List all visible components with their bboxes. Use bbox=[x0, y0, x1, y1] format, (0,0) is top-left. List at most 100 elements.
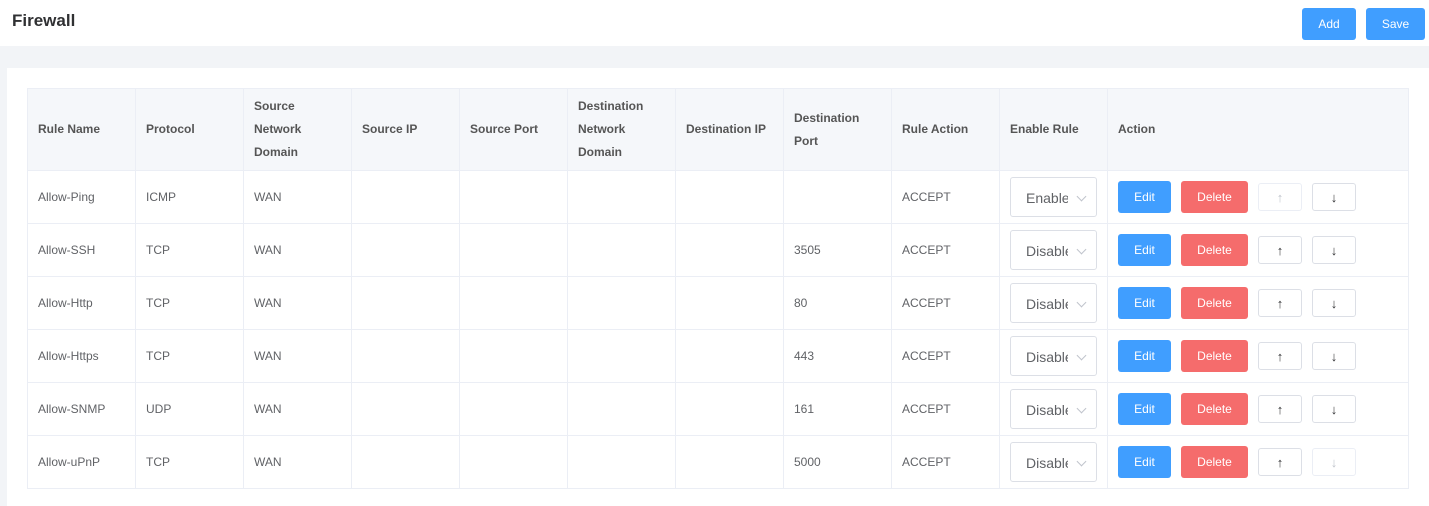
action-cell: Edit Delete ↑ ↓ bbox=[1107, 276, 1409, 330]
enable-rule-select[interactable]: Disable bbox=[1010, 389, 1097, 429]
arrow-down-icon: ↓ bbox=[1330, 295, 1338, 311]
table-row: Allow-SSHTCPWAN 3505ACCEPT Disable Edit Dele… bbox=[27, 223, 1409, 277]
destination-network-domain-cell bbox=[567, 435, 676, 489]
rule-action-cell: ACCEPT bbox=[891, 276, 1000, 330]
page-title: Firewall bbox=[12, 11, 76, 30]
source-port-cell bbox=[459, 170, 568, 224]
destination-port-cell: 161 bbox=[783, 382, 892, 436]
move-down-button[interactable]: ↓ bbox=[1312, 289, 1356, 317]
move-down-button[interactable]: ↓ bbox=[1312, 395, 1356, 423]
source-port-cell bbox=[459, 329, 568, 383]
source-network-domain-cell: WAN bbox=[243, 223, 352, 277]
enable-rule-select[interactable]: Disable bbox=[1010, 442, 1097, 482]
row-actions: Edit Delete ↑ ↓ bbox=[1118, 446, 1398, 478]
rule-name-cell: Allow-uPnP bbox=[27, 435, 136, 489]
firewall-rules-table: Rule Name Protocol Source Network Domain So… bbox=[27, 88, 1409, 489]
rule-name-cell: Allow-Http bbox=[27, 276, 136, 330]
destination-ip-cell bbox=[675, 276, 784, 330]
rule-action-cell: ACCEPT bbox=[891, 223, 1000, 277]
enable-rule-value: Disable bbox=[1026, 296, 1068, 312]
enable-rule-cell: Disable bbox=[999, 329, 1108, 383]
protocol-cell: TCP bbox=[135, 223, 244, 277]
delete-button[interactable]: Delete bbox=[1181, 393, 1248, 425]
table-row: Allow-HttpTCPWAN 80ACCEPT Disable Edit Delet… bbox=[27, 276, 1409, 330]
rule-action-cell: ACCEPT bbox=[891, 382, 1000, 436]
move-up-button[interactable]: ↑ bbox=[1258, 289, 1302, 317]
destination-ip-cell bbox=[675, 382, 784, 436]
enable-rule-value: Enable bbox=[1026, 190, 1068, 206]
edit-button[interactable]: Edit bbox=[1118, 446, 1171, 478]
enable-rule-value: Disable bbox=[1026, 455, 1068, 471]
edit-button[interactable]: Edit bbox=[1118, 340, 1171, 372]
destination-port-cell: 443 bbox=[783, 329, 892, 383]
table-row: Allow-uPnPTCPWAN 5000ACCEPT Disable Edit Del… bbox=[27, 435, 1409, 489]
column-header: Rule Name bbox=[27, 88, 136, 171]
enable-rule-value: Disable bbox=[1026, 402, 1068, 418]
delete-button[interactable]: Delete bbox=[1181, 340, 1248, 372]
arrow-down-icon: ↓ bbox=[1330, 348, 1338, 364]
column-header: Action bbox=[1107, 88, 1409, 171]
move-down-button[interactable]: ↓ bbox=[1312, 342, 1356, 370]
firewall-panel: Rule Name Protocol Source Network Domain So… bbox=[7, 68, 1429, 506]
move-up-button[interactable]: ↑ bbox=[1258, 236, 1302, 264]
move-down-button[interactable]: ↓ bbox=[1312, 236, 1356, 264]
action-cell: Edit Delete ↑ ↓ bbox=[1107, 435, 1409, 489]
add-button[interactable]: Add bbox=[1302, 8, 1356, 40]
source-port-cell bbox=[459, 382, 568, 436]
enable-rule-select[interactable]: Disable bbox=[1010, 230, 1097, 270]
source-network-domain-cell: WAN bbox=[243, 382, 352, 436]
source-ip-cell bbox=[351, 170, 460, 224]
source-network-domain-cell: WAN bbox=[243, 276, 352, 330]
source-network-domain-cell: WAN bbox=[243, 170, 352, 224]
source-ip-cell bbox=[351, 223, 460, 277]
delete-button[interactable]: Delete bbox=[1181, 234, 1248, 266]
move-up-button[interactable]: ↑ bbox=[1258, 448, 1302, 476]
rule-action-cell: ACCEPT bbox=[891, 170, 1000, 224]
enable-rule-select[interactable]: Disable bbox=[1010, 336, 1097, 376]
arrow-down-icon: ↓ bbox=[1330, 189, 1338, 205]
delete-button[interactable]: Delete bbox=[1181, 287, 1248, 319]
move-down-button[interactable]: ↓ bbox=[1312, 448, 1356, 476]
source-ip-cell bbox=[351, 382, 460, 436]
column-header: Rule Action bbox=[891, 88, 1000, 171]
edit-button[interactable]: Edit bbox=[1118, 393, 1171, 425]
move-up-button[interactable]: ↑ bbox=[1258, 395, 1302, 423]
destination-ip-cell bbox=[675, 329, 784, 383]
rule-name-cell: Allow-Ping bbox=[27, 170, 136, 224]
column-header: Source Port bbox=[459, 88, 568, 171]
enable-rule-select[interactable]: Enable bbox=[1010, 177, 1097, 217]
chevron-down-icon bbox=[1076, 244, 1087, 255]
destination-ip-cell bbox=[675, 223, 784, 277]
destination-port-cell: 80 bbox=[783, 276, 892, 330]
column-header: Source Network Domain bbox=[243, 88, 352, 171]
column-header: Source IP bbox=[351, 88, 460, 171]
move-up-button[interactable]: ↑ bbox=[1258, 183, 1302, 211]
destination-port-cell: 3505 bbox=[783, 223, 892, 277]
edit-button[interactable]: Edit bbox=[1118, 287, 1171, 319]
move-down-button[interactable]: ↓ bbox=[1312, 183, 1356, 211]
delete-button[interactable]: Delete bbox=[1181, 446, 1248, 478]
column-header: Destination IP bbox=[675, 88, 784, 171]
destination-network-domain-cell bbox=[567, 329, 676, 383]
page-header: Firewall Add Save bbox=[0, 0, 1429, 46]
arrow-up-icon: ↑ bbox=[1276, 189, 1284, 205]
move-up-button[interactable]: ↑ bbox=[1258, 342, 1302, 370]
save-button[interactable]: Save bbox=[1366, 8, 1425, 40]
protocol-cell: ICMP bbox=[135, 170, 244, 224]
enable-rule-cell: Disable bbox=[999, 276, 1108, 330]
row-actions: Edit Delete ↑ ↓ bbox=[1118, 287, 1398, 319]
protocol-cell: TCP bbox=[135, 329, 244, 383]
enable-rule-value: Disable bbox=[1026, 243, 1068, 259]
enable-rule-select[interactable]: Disable bbox=[1010, 283, 1097, 323]
chevron-down-icon bbox=[1076, 350, 1087, 361]
delete-button[interactable]: Delete bbox=[1181, 181, 1248, 213]
chevron-down-icon bbox=[1076, 456, 1087, 467]
protocol-cell: TCP bbox=[135, 276, 244, 330]
destination-port-cell: 5000 bbox=[783, 435, 892, 489]
edit-button[interactable]: Edit bbox=[1118, 234, 1171, 266]
arrow-down-icon: ↓ bbox=[1330, 401, 1338, 417]
enable-rule-cell: Disable bbox=[999, 223, 1108, 277]
action-cell: Edit Delete ↑ ↓ bbox=[1107, 382, 1409, 436]
edit-button[interactable]: Edit bbox=[1118, 181, 1171, 213]
destination-port-cell bbox=[783, 170, 892, 224]
